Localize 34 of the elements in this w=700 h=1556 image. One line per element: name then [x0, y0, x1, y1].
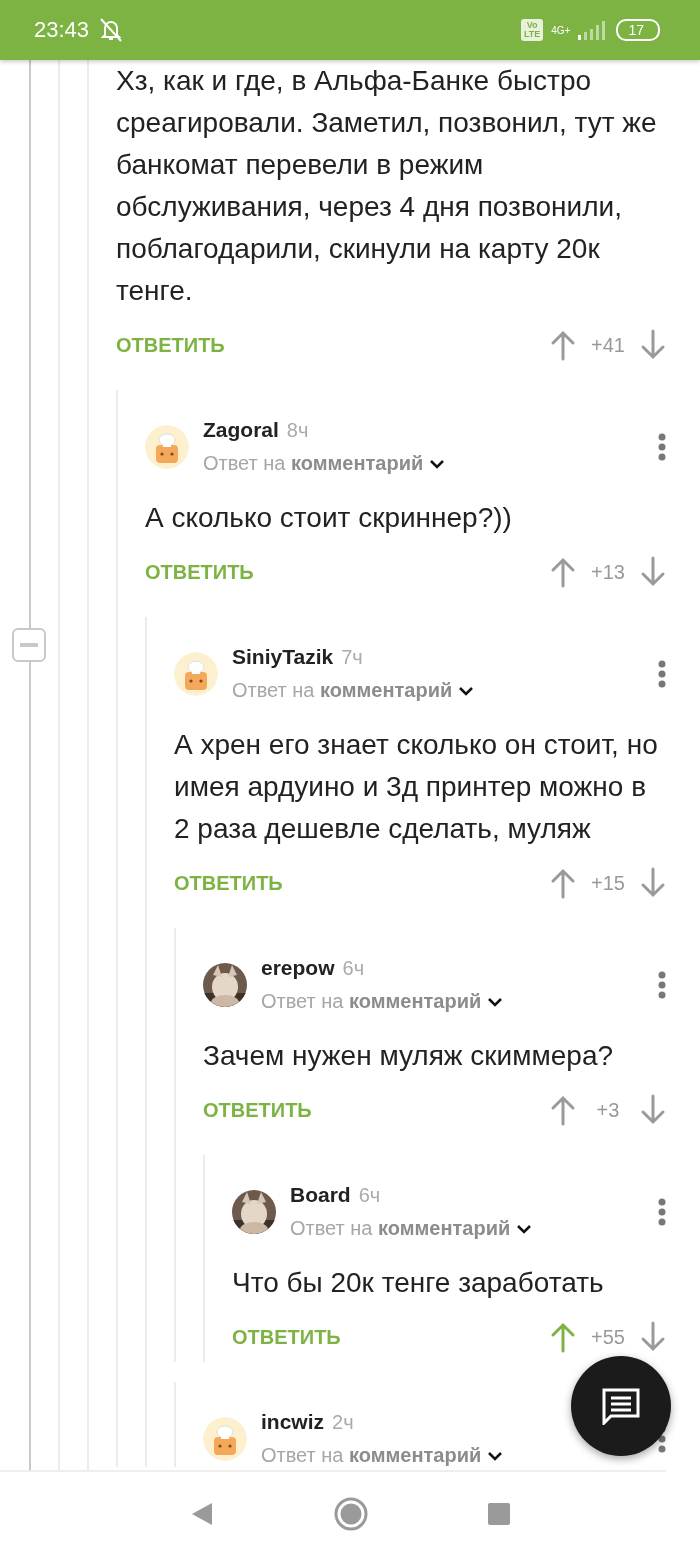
vote-score: +15	[590, 871, 626, 895]
reply-to-link[interactable]: Ответ на комментарий	[261, 1444, 482, 1467]
reply-to-link[interactable]: Ответ на комментарий	[203, 452, 424, 475]
comment-time: 7ч	[341, 646, 363, 669]
reply-to-link[interactable]: Ответ на комментарий	[261, 990, 482, 1013]
comment-text: Хз, как и где, в Альфа-Банке быстро среагировали. Заметил, позвонил, тут же банкомат перевели в режим обслуживания, через 4 дня позвонили, поблагодарили, скинули на карту 20к тенге.	[116, 64, 658, 308]
clock: 23:43	[34, 17, 90, 43]
author-name[interactable]: Zagoral	[203, 418, 279, 442]
reply-to-link[interactable]: Ответ на комментарий	[232, 679, 453, 702]
author-name[interactable]: incwiz	[261, 1410, 324, 1434]
comment-time: 8ч	[286, 419, 309, 442]
author-name[interactable]: Board	[290, 1183, 351, 1207]
reply-button[interactable]: ОТВЕТИТЬ	[116, 333, 225, 357]
comment-text: А сколько стоит скриннер?))	[145, 501, 513, 535]
reply-button[interactable]: ОТВЕТИТЬ	[145, 560, 254, 584]
comment-text: Что бы 20к тенге заработать	[232, 1266, 605, 1300]
author-name[interactable]: SiniyTazik	[232, 645, 334, 669]
comment-text: А хрен его знает сколько он стоит, но имея ардуино и 3д принтер можно в 2 раза дешевле сделать, муляж	[174, 728, 659, 846]
reply-button[interactable]: ОТВЕТИТЬ	[203, 1098, 312, 1122]
volte-indicator: Vo LTE	[520, 19, 544, 41]
comment-time: 2ч	[332, 1411, 354, 1434]
vote-score: +13	[590, 560, 626, 584]
author-name[interactable]: erepow	[261, 956, 335, 980]
vote-score: +55	[590, 1325, 626, 1349]
comment-time: 6ч	[342, 957, 365, 980]
network-type: 4G+	[551, 24, 571, 36]
comment-time: 6ч	[358, 1184, 381, 1207]
reply-button[interactable]: ОТВЕТИТЬ	[174, 871, 283, 895]
reply-to-link[interactable]: Ответ на комментарий	[290, 1217, 511, 1240]
vote-score: +41	[590, 333, 626, 357]
reply-button[interactable]: ОТВЕТИТЬ	[232, 1325, 341, 1349]
battery-level: 17	[616, 19, 660, 41]
vote-score: +3	[595, 1098, 621, 1122]
comment-text: Зачем нужен муляж скиммера?	[203, 1039, 615, 1073]
